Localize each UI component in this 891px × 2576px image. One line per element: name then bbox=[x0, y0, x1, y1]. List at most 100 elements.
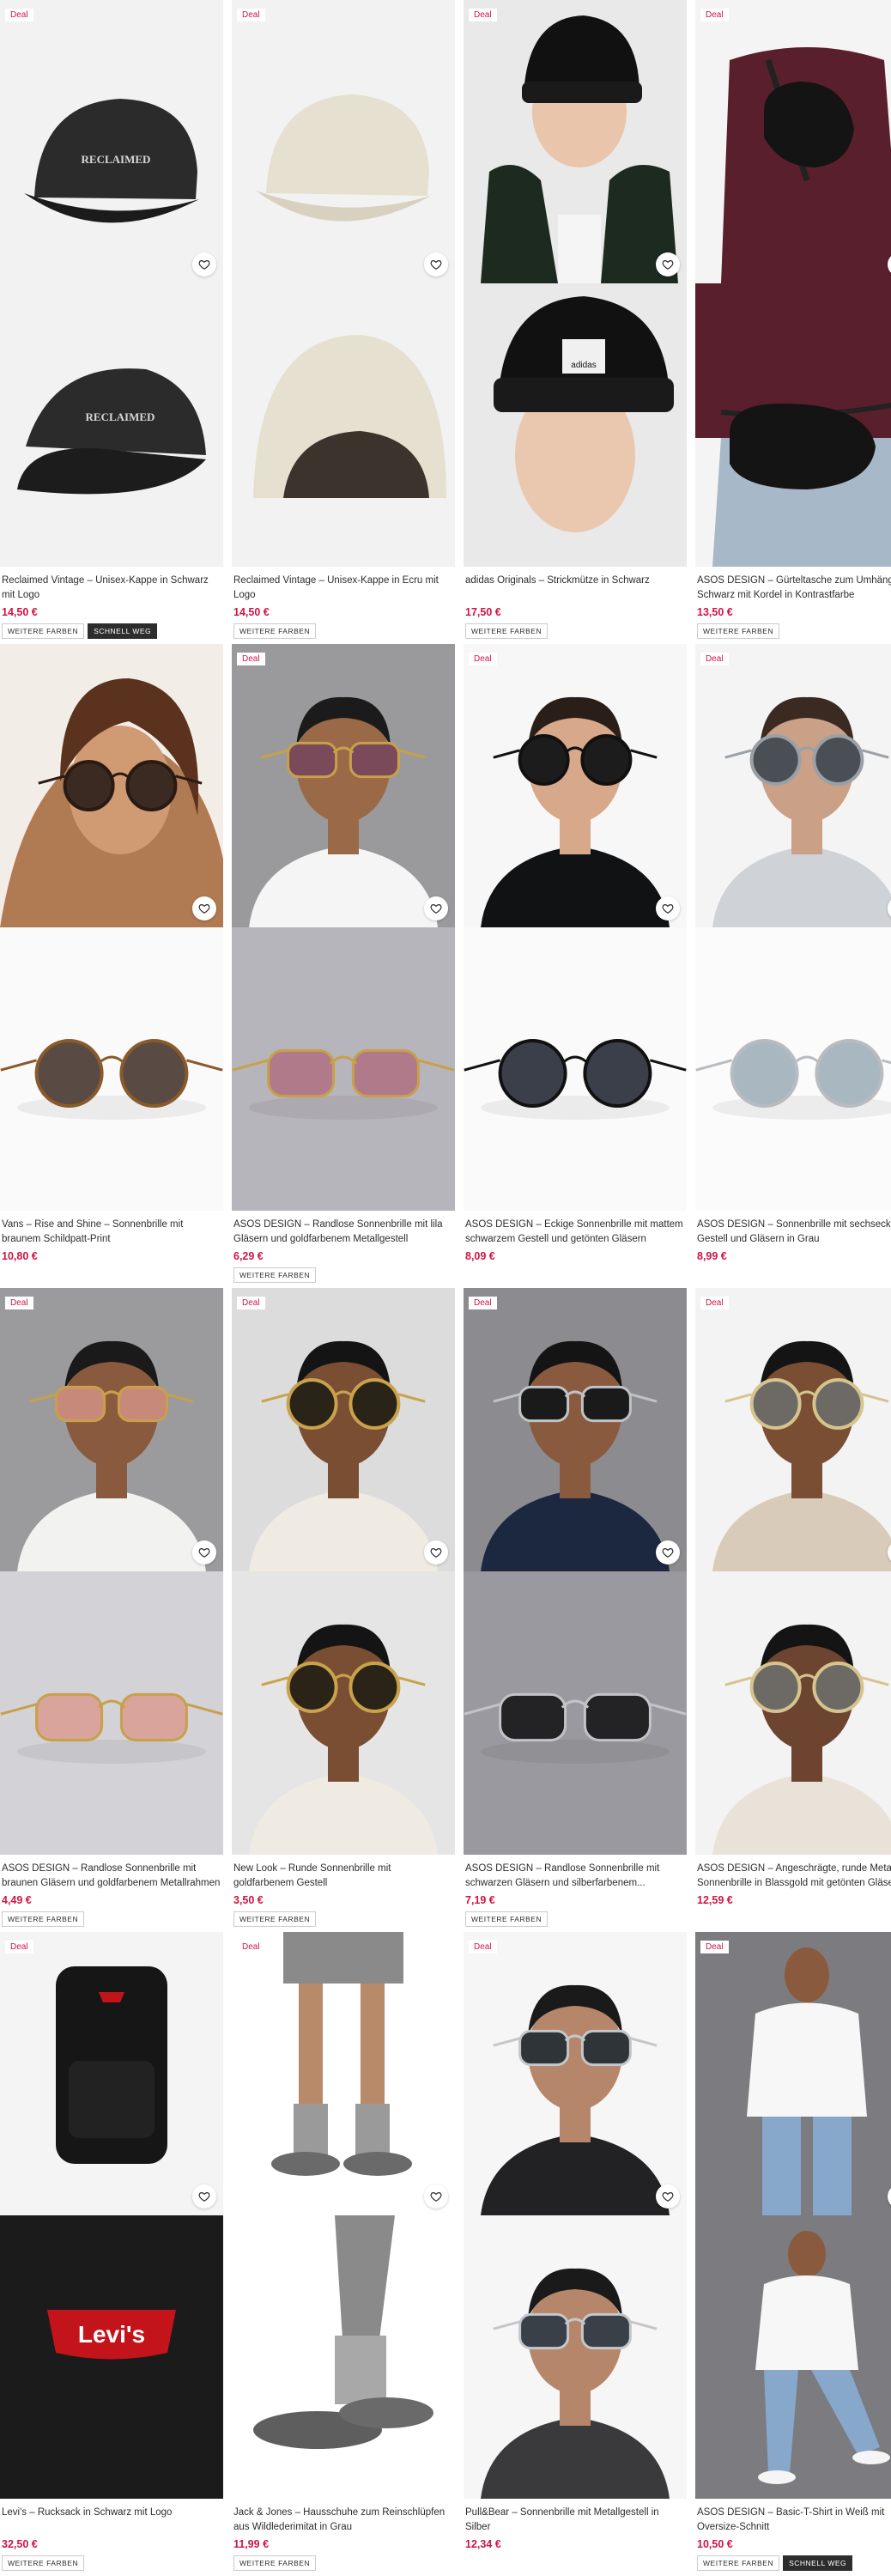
product-image[interactable]: Deal bbox=[232, 1932, 455, 2499]
product-card[interactable]: Deal ASOS DESIGN – Angeschrägte, runde M… bbox=[695, 1288, 891, 1906]
save-for-later-button[interactable] bbox=[192, 896, 216, 920]
more-colours-tag[interactable]: WEITERE FARBEN bbox=[233, 1911, 317, 1927]
product-image-secondary[interactable]: adidas bbox=[464, 283, 687, 567]
product-card[interactable]: RECLAIMED RECLAIMED Deal Reclaimed Vintag… bbox=[0, 0, 223, 639]
product-image[interactable]: Deal bbox=[0, 1288, 223, 1855]
product-image-secondary[interactable] bbox=[232, 927, 455, 1211]
product-title[interactable]: Levi's – Rucksack in Schwarz mit Logo bbox=[2, 2506, 221, 2535]
product-title[interactable]: Vans – Rise and Shine – Sonnenbrille mit… bbox=[2, 1218, 221, 1247]
product-image[interactable] bbox=[0, 644, 223, 1211]
product-title[interactable]: ASOS DESIGN – Angeschrägte, runde Metall… bbox=[697, 1862, 891, 1891]
save-for-later-button[interactable] bbox=[424, 896, 448, 920]
product-title[interactable]: ASOS DESIGN – Basic-T-Shirt in Weiß mit … bbox=[697, 2506, 891, 2535]
product-image-secondary[interactable] bbox=[464, 2215, 687, 2499]
product-title[interactable]: ASOS DESIGN – Randlose Sonnenbrille mit … bbox=[465, 1862, 685, 1891]
product-image-secondary[interactable] bbox=[695, 1571, 891, 1855]
product-image[interactable]: Deal bbox=[232, 1288, 455, 1855]
product-image-secondary[interactable]: Levi's bbox=[0, 2215, 223, 2499]
product-title[interactable]: Reclaimed Vintage – Unisex-Kappe in Schw… bbox=[2, 574, 221, 603]
product-card[interactable]: Deal New Look – Runde Sonnenbrille mit g… bbox=[232, 1288, 455, 1927]
product-card[interactable]: Deal Jack & Jones – Hausschuhe zum Reins… bbox=[232, 1932, 455, 2571]
product-image[interactable]: Levi's Deal bbox=[0, 1932, 223, 2499]
save-for-later-button[interactable] bbox=[424, 2184, 448, 2208]
product-image-primary[interactable] bbox=[232, 1288, 455, 1571]
product-card[interactable]: Deal ASOS DESIGN – Gürteltasche zum Umhä… bbox=[695, 0, 891, 639]
product-image-secondary[interactable] bbox=[695, 2215, 891, 2499]
product-image-secondary[interactable] bbox=[0, 1571, 223, 1855]
save-for-later-button[interactable] bbox=[424, 252, 448, 276]
product-image-secondary[interactable] bbox=[695, 283, 891, 567]
product-image-secondary[interactable] bbox=[464, 927, 687, 1211]
more-colours-tag[interactable]: WEITERE FARBEN bbox=[697, 2555, 780, 2571]
product-image-secondary[interactable] bbox=[232, 2215, 455, 2499]
product-image-secondary[interactable] bbox=[232, 1571, 455, 1855]
more-colours-tag[interactable]: WEITERE FARBEN bbox=[465, 623, 549, 639]
product-title[interactable]: adidas Originals – Strickmütze in Schwar… bbox=[465, 574, 685, 603]
product-title[interactable]: Reclaimed Vintage – Unisex-Kappe in Ecru… bbox=[233, 574, 453, 603]
product-image[interactable]: Deal bbox=[695, 644, 891, 1211]
save-for-later-button[interactable] bbox=[192, 1540, 216, 1564]
product-image[interactable]: Deal bbox=[464, 1932, 687, 2499]
product-image-primary[interactable] bbox=[464, 1288, 687, 1571]
product-image-primary[interactable] bbox=[464, 0, 687, 283]
save-for-later-button[interactable] bbox=[192, 252, 216, 276]
product-image[interactable]: Deal bbox=[695, 1932, 891, 2499]
product-title[interactable]: ASOS DESIGN – Sonnenbrille mit sechsecki… bbox=[697, 1218, 891, 1247]
product-card[interactable]: Deal ASOS DESIGN – Randlose Sonnenbrille… bbox=[232, 644, 455, 1283]
product-image-secondary[interactable] bbox=[695, 927, 891, 1211]
product-image-primary[interactable] bbox=[0, 644, 223, 927]
product-image[interactable]: Deal bbox=[464, 1288, 687, 1855]
product-card[interactable]: Deal ASOS DESIGN – Randlose Sonnenbrille… bbox=[464, 1288, 687, 1927]
product-image-primary[interactable]: RECLAIMED bbox=[0, 0, 223, 283]
product-image-secondary[interactable] bbox=[0, 927, 223, 1211]
more-colours-tag[interactable]: WEITERE FARBEN bbox=[233, 1267, 317, 1283]
product-card[interactable]: adidas Deal adidas Originals – Strickmütz… bbox=[464, 0, 687, 639]
more-colours-tag[interactable]: WEITERE FARBEN bbox=[2, 1911, 85, 1927]
more-colours-tag[interactable]: WEITERE FARBEN bbox=[465, 1911, 549, 1927]
product-card[interactable]: Deal Reclaimed Vintage – Unisex-Kappe in… bbox=[232, 0, 455, 639]
product-image-secondary[interactable] bbox=[464, 1571, 687, 1855]
product-card[interactable]: Deal Pull&Bear – Sonnenbrille mit Metall… bbox=[464, 1932, 687, 2550]
product-card[interactable]: Deal ASOS DESIGN – Basic-T-Shirt in Weiß… bbox=[695, 1932, 891, 2571]
product-image-primary[interactable] bbox=[464, 1932, 687, 2215]
product-title[interactable]: Pull&Bear – Sonnenbrille mit Metallgeste… bbox=[465, 2506, 685, 2535]
product-title[interactable]: ASOS DESIGN – Randlose Sonnenbrille mit … bbox=[2, 1862, 221, 1891]
more-colours-tag[interactable]: WEITERE FARBEN bbox=[697, 623, 780, 639]
save-for-later-button[interactable] bbox=[192, 2184, 216, 2208]
product-card[interactable]: Deal ASOS DESIGN – Sonnenbrille mit sech… bbox=[695, 644, 891, 1262]
save-for-later-button[interactable] bbox=[656, 2184, 680, 2208]
save-for-later-button[interactable] bbox=[656, 896, 680, 920]
product-title[interactable]: Jack & Jones – Hausschuhe zum Reinschlüp… bbox=[233, 2506, 453, 2535]
product-image-primary[interactable] bbox=[232, 1932, 455, 2215]
product-image[interactable]: Deal bbox=[695, 1288, 891, 1855]
product-image[interactable]: adidas Deal bbox=[464, 0, 687, 567]
more-colours-tag[interactable]: WEITERE FARBEN bbox=[2, 623, 85, 639]
product-card[interactable]: Deal ASOS DESIGN – Randlose Sonnenbrille… bbox=[0, 1288, 223, 1927]
product-card[interactable]: Levi's Deal Levi's – Rucksack in Schwarz … bbox=[0, 1932, 223, 2571]
product-image-primary[interactable] bbox=[232, 644, 455, 927]
save-for-later-button[interactable] bbox=[656, 1540, 680, 1564]
more-colours-tag[interactable]: WEITERE FARBEN bbox=[2, 2555, 85, 2571]
product-image[interactable]: Deal bbox=[695, 0, 891, 567]
product-image-primary[interactable] bbox=[464, 644, 687, 927]
product-card[interactable]: Deal ASOS DESIGN – Eckige Sonnenbrille m… bbox=[464, 644, 687, 1262]
more-colours-tag[interactable]: WEITERE FARBEN bbox=[233, 623, 317, 639]
product-title[interactable]: ASOS DESIGN – Randlose Sonnenbrille mit … bbox=[233, 1218, 453, 1247]
product-image[interactable]: Deal bbox=[232, 644, 455, 1211]
product-title[interactable]: New Look – Runde Sonnenbrille mit goldfa… bbox=[233, 1862, 453, 1891]
more-colours-tag[interactable]: WEITERE FARBEN bbox=[233, 2555, 317, 2571]
product-image-primary[interactable] bbox=[695, 1932, 891, 2215]
save-for-later-button[interactable] bbox=[656, 252, 680, 276]
product-image[interactable]: Deal bbox=[232, 0, 455, 567]
product-image-primary[interactable] bbox=[695, 1288, 891, 1571]
product-image-primary[interactable] bbox=[0, 1932, 223, 2215]
save-for-later-button[interactable] bbox=[424, 1540, 448, 1564]
product-card[interactable]: Vans – Rise and Shine – Sonnenbrille mit… bbox=[0, 644, 223, 1262]
product-image[interactable]: RECLAIMED RECLAIMED Deal bbox=[0, 0, 223, 567]
product-image-secondary[interactable] bbox=[232, 283, 455, 567]
product-image-primary[interactable] bbox=[0, 1288, 223, 1571]
product-image-primary[interactable] bbox=[232, 0, 455, 283]
product-image-primary[interactable] bbox=[695, 644, 891, 927]
product-title[interactable]: ASOS DESIGN – Eckige Sonnenbrille mit ma… bbox=[465, 1218, 685, 1247]
product-image-primary[interactable] bbox=[695, 0, 891, 283]
